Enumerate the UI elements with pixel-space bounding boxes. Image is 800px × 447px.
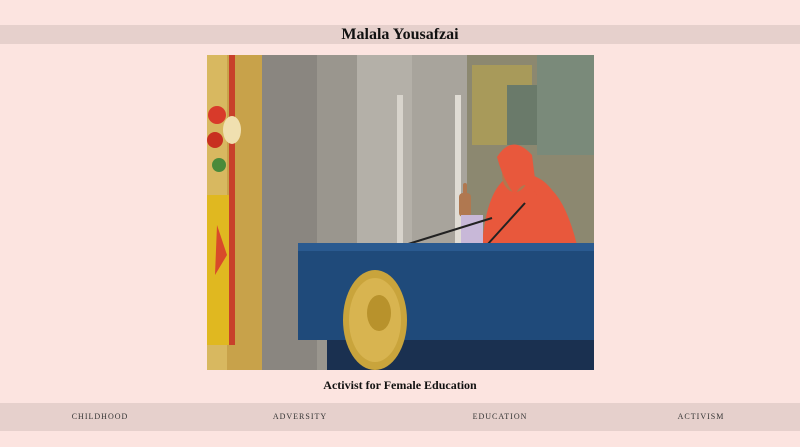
title-bar: Malala Yousafzai [0, 25, 800, 44]
nav-education[interactable]: EDUCATION [420, 403, 580, 431]
page-title: Malala Yousafzai [341, 26, 459, 43]
nav-adversity[interactable]: ADVERSITY [220, 403, 380, 431]
photo-caption: Activist for Female Education [323, 378, 477, 392]
nav-childhood[interactable]: CHILDHOOD [20, 403, 180, 431]
hero-photo [207, 55, 594, 370]
section-nav: CHILDHOOD ADVERSITY EDUCATION ACTIVISM [0, 403, 800, 431]
nav-activism[interactable]: ACTIVISM [621, 403, 781, 431]
